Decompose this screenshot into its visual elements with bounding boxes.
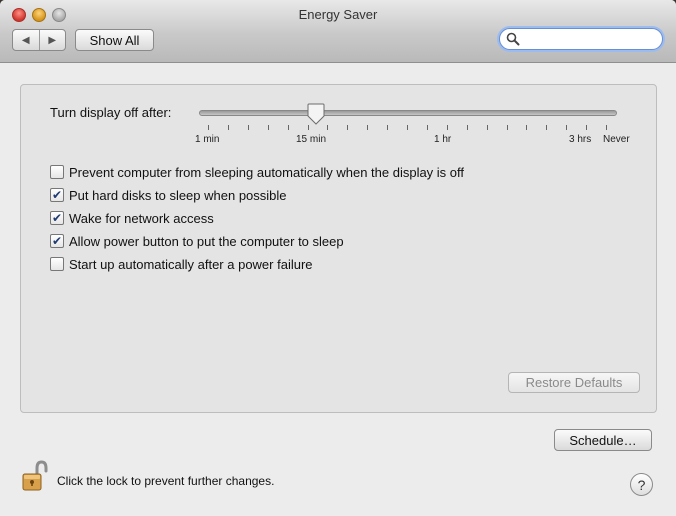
display-sleep-slider-thumb[interactable] [307, 103, 325, 125]
checkbox-label: Put hard disks to sleep when possible [69, 187, 287, 203]
slider-tick-mark [486, 125, 488, 130]
schedule-button[interactable]: Schedule… [554, 429, 652, 451]
energy-saver-window: Energy Saver ◀ ▶ Show All Turn display o… [0, 0, 676, 516]
slider-tick-mark [506, 125, 508, 130]
slider-tick-mark [287, 125, 289, 130]
slider-tick-mark [566, 125, 568, 130]
slider-tick-mark [227, 125, 229, 130]
slider-tick-mark [387, 125, 389, 130]
checkbox-label: Start up automatically after a power fai… [69, 256, 313, 272]
slider-tick-label: 1 hr [434, 134, 452, 145]
slider-tick-mark [267, 125, 269, 130]
title-bar: Energy Saver ◀ ▶ Show All [0, 0, 676, 63]
slider-tick-mark [407, 125, 408, 130]
slider-tick-label: 3 hrs [569, 134, 592, 145]
slider-tick-mark [526, 125, 528, 130]
back-forward-control: ◀ ▶ [12, 29, 66, 51]
slider-tick-mark [247, 125, 249, 130]
back-arrow-icon: ◀ [21, 34, 30, 46]
checkbox[interactable]: ✔ [50, 211, 64, 225]
slider-tick-mark [426, 125, 428, 130]
help-button[interactable]: ? [630, 473, 653, 496]
checkbox[interactable] [50, 257, 64, 271]
back-button[interactable]: ◀ [13, 30, 39, 50]
slider-tick-mark [446, 125, 448, 130]
slider-tick-label: 1 min [195, 134, 220, 145]
checkbox[interactable]: ✔ [50, 188, 64, 202]
lock-status-text: Click the lock to prevent further change… [57, 474, 275, 488]
checkbox-label: Allow power button to put the computer t… [69, 233, 344, 249]
search-icon [506, 32, 520, 46]
power-option-row[interactable]: ✔ Put hard disks to sleep when possible [50, 186, 287, 204]
energy-settings-panel: Turn display off after: 1 min 15 min 1 hr 3… [20, 84, 657, 413]
slider-tick-mark [606, 125, 607, 130]
slider-tick-label: 15 min [296, 134, 327, 145]
forward-arrow-icon: ▶ [48, 34, 57, 46]
power-option-row[interactable]: ✔ Allow power button to put the computer … [50, 232, 344, 250]
slider-tick-mark [546, 125, 548, 130]
checkbox[interactable] [50, 165, 64, 179]
slider-tick-mark [586, 125, 588, 130]
search-input[interactable] [524, 31, 658, 49]
slider-tick-mark [466, 125, 468, 130]
checkbox[interactable]: ✔ [50, 234, 64, 248]
power-option-row[interactable]: ✔ Wake for network access [50, 209, 214, 227]
restore-defaults-button[interactable]: Restore Defaults [508, 372, 640, 393]
checkbox-label: Wake for network access [69, 210, 214, 226]
power-option-row[interactable]: Start up automatically after a power fai… [50, 255, 313, 273]
display-sleep-slider-track[interactable] [199, 110, 617, 116]
power-option-row[interactable]: Prevent computer from sleeping automatic… [50, 163, 464, 181]
slider-tick-mark [327, 125, 329, 130]
slider-tick-mark [347, 125, 349, 130]
forward-button[interactable]: ▶ [38, 30, 66, 50]
checkbox-label: Prevent computer from sleeping automatic… [69, 164, 465, 180]
window-title: Energy Saver [298, 7, 378, 22]
display-sleep-label: Turn display off after: [50, 105, 172, 120]
question-mark-icon: ? [637, 476, 646, 493]
unlocked-padlock-icon[interactable] [22, 460, 48, 492]
slider-tick-mark [208, 125, 209, 130]
slider-tick-mark [367, 125, 369, 130]
search-field[interactable] [499, 28, 663, 50]
show-all-button[interactable]: Show All [75, 29, 154, 51]
slider-tick-mark [307, 125, 309, 130]
slider-tick-label: Never [603, 134, 630, 145]
